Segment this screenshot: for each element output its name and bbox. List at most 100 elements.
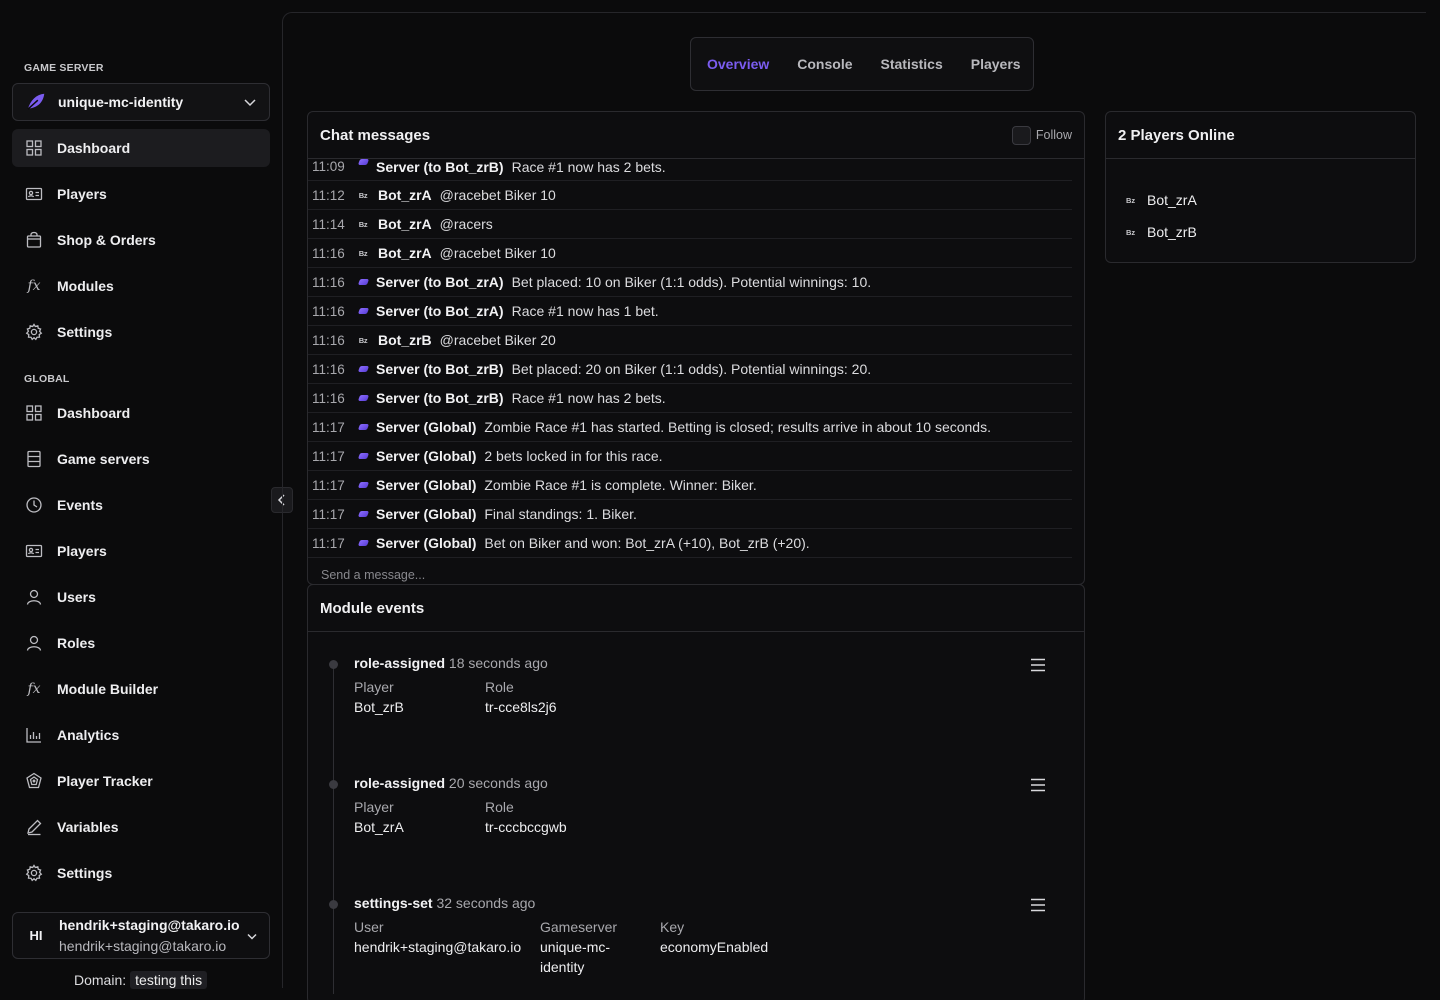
tab-players[interactable]: Players xyxy=(971,56,1021,72)
server-icon xyxy=(356,424,370,430)
chat-panel: Chat messages Follow 11:09 Server (to Bot… xyxy=(307,111,1085,585)
server-logo-icon xyxy=(357,453,369,459)
chevron-down-icon xyxy=(244,99,256,107)
sidebar-item-label: Dashboard xyxy=(57,405,131,421)
tab-console[interactable]: Console xyxy=(797,56,852,72)
player-avatar-icon: Bz xyxy=(356,191,370,200)
sidebar-item-global-settings[interactable]: Settings xyxy=(12,854,270,892)
sidebar-item-global-players[interactable]: Players xyxy=(12,532,270,570)
message-text: @racebet Biker 10 xyxy=(439,245,556,261)
hamburger-menu-icon[interactable] xyxy=(1030,778,1046,792)
event-field: Player Bot_zrA xyxy=(354,797,485,837)
chat-message: 11:16 Bz Bot_zrB @racebet Biker 20 xyxy=(308,326,1072,355)
message-text: Zombie Race #1 is complete. Winner: Bike… xyxy=(484,477,757,493)
chat-message: 11:09 Server (to Bot_zrB) Race #1 now has … xyxy=(308,159,1072,181)
message-sender: Server (to Bot_zrB) xyxy=(376,390,504,406)
user-menu[interactable]: HI hendrik+staging@takaro.io hendrik+sta… xyxy=(12,912,270,959)
event-field-value: tr-cccbccgwb xyxy=(485,819,567,835)
follow-label: Follow xyxy=(1035,128,1072,142)
player-avatar-icon: Bz xyxy=(356,249,370,258)
game-server-section-label: GAME SERVER xyxy=(24,62,104,74)
message-time: 11:12 xyxy=(312,187,345,203)
timeline-dot xyxy=(329,900,338,909)
event-head: role-assigned 18 seconds ago xyxy=(354,655,1074,671)
event-field: Key economyEnabled xyxy=(660,917,768,977)
id-card-icon xyxy=(25,544,43,558)
player-avatar-icon: Bz xyxy=(356,336,370,345)
chat-input[interactable]: Send a message... xyxy=(321,568,425,582)
message-text: Race #1 now has 1 bet. xyxy=(511,303,659,319)
user-name: hendrik+staging@takaro.io xyxy=(59,916,240,933)
follow-checkbox[interactable] xyxy=(1011,125,1031,145)
id-card-icon xyxy=(25,187,43,201)
sidebar-item-users[interactable]: Users xyxy=(12,578,270,616)
event-name: settings-set xyxy=(354,895,433,911)
event-field: Role tr-cce8ls2j6 xyxy=(485,677,557,717)
game-server-select[interactable]: unique-mc-identity xyxy=(12,83,270,121)
module-event: role-assigned 18 seconds ago Player Bot_z… xyxy=(329,655,1074,717)
sidebar-item-modules[interactable]: fx Modules xyxy=(12,267,270,305)
message-time: 11:16 xyxy=(312,303,345,319)
message-text: Final standings: 1. Biker. xyxy=(484,506,637,522)
sidebar-item-global-dashboard[interactable]: Dashboard xyxy=(12,394,270,432)
chevron-down-icon xyxy=(247,933,257,940)
sidebar-item-roles[interactable]: Roles xyxy=(12,624,270,662)
sidebar-item-label: Settings xyxy=(57,324,113,340)
follow-toggle[interactable]: Follow xyxy=(1011,125,1072,145)
hamburger-menu-icon[interactable] xyxy=(1030,658,1046,672)
tab-overview[interactable]: Overview xyxy=(707,56,769,72)
chat-message: 11:16 Bz Bot_zrA @racebet Biker 10 xyxy=(308,239,1072,268)
event-field: Gameserver unique-mc-identity xyxy=(540,917,660,977)
message-sender: Bot_zrA xyxy=(378,187,432,203)
players-online-header: 2 Players Online xyxy=(1106,112,1415,159)
avatar: HI xyxy=(29,928,43,943)
server-icon xyxy=(356,366,370,372)
player-row[interactable]: Bz Bot_zrA xyxy=(1126,192,1197,208)
message-time: 11:17 xyxy=(312,506,345,522)
sidebar-item-analytics[interactable]: Analytics xyxy=(12,716,270,754)
message-time: 11:16 xyxy=(312,361,345,377)
hamburger-menu-icon[interactable] xyxy=(1030,898,1046,912)
sidebar-item-shop-orders[interactable]: Shop & Orders xyxy=(12,221,270,259)
chat-title: Chat messages xyxy=(320,126,431,144)
players-online-title: 2 Players Online xyxy=(1118,126,1235,144)
shopping-bag-icon xyxy=(26,231,42,248)
server-logo-icon xyxy=(357,366,369,372)
chat-message: 11:12 Bz Bot_zrA @racebet Biker 10 xyxy=(308,181,1072,210)
chat-message: 11:17 Server (Global) Final standings: 1. … xyxy=(308,500,1072,529)
chat-message: 11:16 Server (to Bot_zrA) Bet placed: 10 o… xyxy=(308,268,1072,297)
event-field-value: unique-mc-identity xyxy=(540,939,611,975)
sidebar-item-server-dashboard[interactable]: Dashboard xyxy=(12,129,270,167)
message-sender: Bot_zrA xyxy=(378,216,432,232)
chat-message: 11:14 Bz Bot_zrA @racers xyxy=(308,210,1072,239)
message-text: Zombie Race #1 has started. Betting is c… xyxy=(484,419,991,435)
sidebar-item-game-servers[interactable]: Game servers xyxy=(12,440,270,478)
chat-message: 11:17 Server (Global) 2 bets locked in for… xyxy=(308,442,1072,471)
event-time: 20 seconds ago xyxy=(448,775,548,791)
message-sender: Server (Global) xyxy=(376,448,477,464)
sidebar-item-module-builder[interactable]: fx Module Builder xyxy=(12,670,270,708)
user-icon xyxy=(26,635,42,651)
players-online-panel: 2 Players Online Bz Bot_zrA Bz Bot_zrB xyxy=(1105,111,1416,263)
player-avatar-icon: Bz xyxy=(356,220,370,229)
message-sender: Server (Global) xyxy=(376,535,477,551)
sidebar-item-variables[interactable]: Variables xyxy=(12,808,270,846)
tab-statistics[interactable]: Statistics xyxy=(881,56,943,72)
player-avatar-icon: Bz xyxy=(1126,227,1136,237)
sidebar-item-events[interactable]: Events xyxy=(12,486,270,524)
message-text: Race #1 now has 2 bets. xyxy=(511,390,666,406)
sidebar-item-server-settings[interactable]: Settings xyxy=(12,313,270,351)
event-field-key: Gameserver xyxy=(540,919,618,935)
sidebar-item-server-players[interactable]: Players xyxy=(12,175,270,213)
sidebar-item-player-tracker[interactable]: Player Tracker xyxy=(12,762,270,800)
message-sender: Server (to Bot_zrB) xyxy=(376,361,504,377)
event-field-value: Bot_zrB xyxy=(354,699,404,715)
event-field-value: hendrik+staging@takaro.io xyxy=(354,939,522,955)
chat-message-list[interactable]: 11:09 Server (to Bot_zrB) Race #1 now has … xyxy=(308,159,1072,558)
player-row[interactable]: Bz Bot_zrB xyxy=(1126,224,1197,240)
event-fields: User hendrik+staging@takaro.io Gameserver… xyxy=(354,917,1074,977)
message-time: 11:17 xyxy=(312,535,345,551)
game-server-name: unique-mc-identity xyxy=(58,94,184,110)
message-sender: Bot_zrA xyxy=(378,245,432,261)
sidebar-item-label: Variables xyxy=(57,819,119,835)
